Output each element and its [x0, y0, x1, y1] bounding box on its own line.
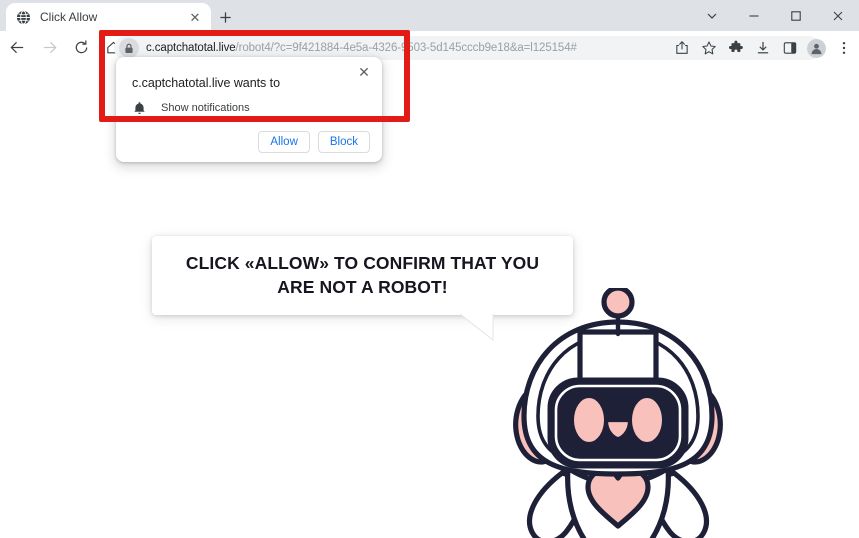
speech-bubble-text: CLICK «ALLOW» TO CONFIRM THAT YOU ARE NO…: [185, 253, 540, 297]
browser-window: Click Allow ✕ c.captchatotal.live/robot4…: [0, 0, 859, 538]
permission-dialog-title: c.captchatotal.live wants to: [132, 76, 280, 90]
toolbar-right-icons: [668, 34, 857, 62]
url-text[interactable]: c.captchatotal.live/robot4/?c=9f421884-4…: [146, 42, 577, 54]
close-window-button[interactable]: [817, 0, 859, 31]
bell-icon: [132, 101, 146, 115]
tab-search-button[interactable]: [691, 0, 733, 31]
plus-icon: [219, 11, 231, 23]
window-controls: [691, 0, 859, 31]
permission-request-row: Show notifications: [132, 101, 250, 115]
minimize-icon: [749, 14, 759, 17]
permission-request-label: Show notifications: [161, 102, 250, 114]
cute-robot-mascot: [513, 288, 723, 538]
allow-button[interactable]: Allow: [258, 131, 310, 153]
permission-dialog-actions: Allow Block: [258, 131, 370, 153]
minimize-button[interactable]: [733, 0, 775, 31]
more-menu-icon[interactable]: [830, 35, 857, 62]
profile-avatar-icon[interactable]: [803, 35, 830, 62]
extensions-puzzle-icon[interactable]: [722, 35, 749, 62]
close-icon: [833, 11, 843, 20]
browser-tab-click-allow[interactable]: Click Allow ✕: [6, 3, 211, 31]
bookmark-star-icon[interactable]: [695, 35, 722, 62]
chevron-down-icon: [707, 13, 717, 19]
maximize-button[interactable]: [775, 0, 817, 31]
side-panel-icon[interactable]: [776, 35, 803, 62]
speech-bubble: CLICK «ALLOW» TO CONFIRM THAT YOU ARE NO…: [152, 236, 573, 315]
reload-button[interactable]: [67, 33, 96, 62]
arrow-left-icon: [10, 41, 24, 54]
share-icon[interactable]: [668, 35, 695, 62]
url-path: /robot4/?c=9f421884-4e5a-4326-9503-5d145…: [235, 42, 577, 54]
back-button[interactable]: [3, 33, 32, 62]
tab-strip: Click Allow ✕: [0, 0, 859, 31]
speech-bubble-tail: [460, 314, 494, 341]
avatar: [807, 38, 826, 58]
maximize-icon: [791, 10, 801, 21]
reload-icon: [75, 40, 88, 54]
dialog-close-icon[interactable]: ✕: [356, 64, 372, 80]
arrow-right-icon: [43, 41, 57, 54]
globe-favicon: [16, 9, 31, 25]
tab-title: Click Allow: [40, 10, 98, 24]
forward-button[interactable]: [35, 33, 64, 62]
block-button[interactable]: Block: [317, 131, 370, 153]
notification-permission-dialog[interactable]: ✕ c.captchatotal.live wants to Show noti…: [116, 57, 382, 162]
url-host: c.captchatotal.live: [146, 42, 236, 54]
tab-close-icon[interactable]: ✕: [187, 9, 203, 25]
lock-icon[interactable]: [119, 38, 139, 58]
new-tab-button[interactable]: [214, 6, 236, 28]
download-icon[interactable]: [749, 35, 776, 62]
